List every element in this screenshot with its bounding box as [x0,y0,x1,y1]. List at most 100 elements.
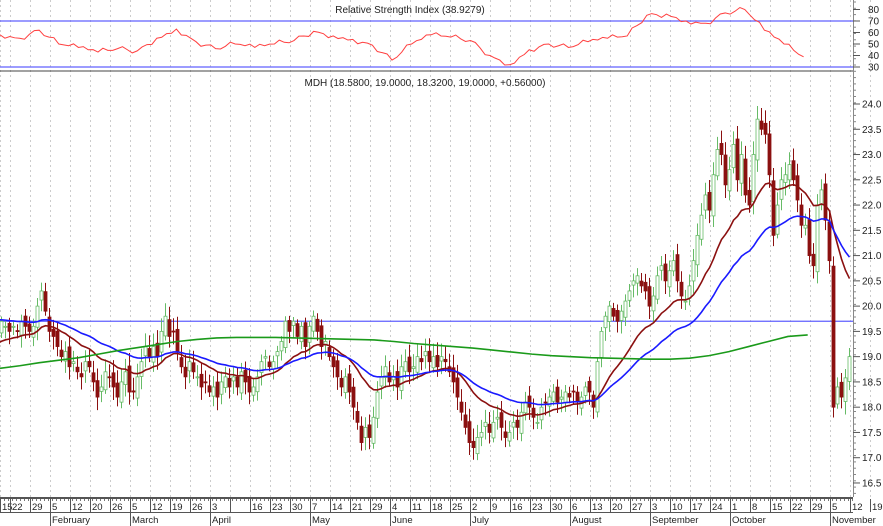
candle [55,321,60,357]
candle [595,357,600,418]
month-label: July [472,515,489,526]
candle [771,167,776,247]
candle-body [171,330,176,333]
candle-body [787,164,792,181]
candle-body [463,414,468,428]
candle-body [483,421,488,427]
candle [735,125,740,192]
candle-body [359,425,364,443]
week-label: 26 [112,502,123,513]
price-tick-label: 22.0 [862,201,882,212]
week-label: 20 [612,502,623,513]
candle-body [107,376,112,379]
week-label: 26 [192,502,203,513]
candle-body [75,366,80,373]
candle [119,369,124,409]
candle-body [635,275,640,284]
candle-body [479,432,484,438]
candle-body [91,372,96,383]
candle [291,317,296,339]
month-label: June [392,515,413,526]
candle [263,349,268,370]
candle [479,419,484,447]
rsi-tick-label: 40 [868,51,880,62]
rsi-tick-label: 50 [868,40,880,51]
candle-body [471,440,476,449]
candle [503,420,508,448]
candle-body [735,138,740,181]
candle-body [247,375,252,393]
candle-body [151,346,156,363]
candle-body [731,144,736,169]
candle-body [819,189,824,206]
candle [699,203,704,246]
candle-body [219,381,224,395]
candle-body [195,376,200,379]
price-tick-label: 21.5 [862,226,882,237]
week-label: 8 [752,502,757,513]
candle [419,345,424,371]
rsi-tick-label: 80 [868,5,880,16]
candle [367,414,372,450]
candle-body [563,391,568,404]
candle-body [275,351,280,357]
candle-body [419,358,424,363]
candle-body [303,322,308,347]
week-label: 5 [52,502,57,513]
candle [283,316,288,354]
candle-body [191,362,196,373]
candle [659,256,664,281]
week-label: 16 [252,502,263,513]
candle [363,417,368,451]
candle [231,367,236,394]
candle-body [307,325,312,343]
price-tick-label: 20.5 [862,276,882,287]
candle-body [835,386,840,405]
price-tick-label: 24.0 [862,100,882,111]
candle [215,371,220,411]
candle-body [407,356,412,373]
candle [839,373,844,409]
candle-body [823,183,828,221]
candle [775,192,780,239]
week-label: 21 [352,502,363,513]
candle-body [683,300,688,303]
candle-body [567,393,572,398]
candle-body [3,325,8,328]
candle [99,374,104,403]
week-label: 12 [152,502,163,513]
week-label: 2 [472,502,477,513]
candle [691,248,696,294]
candle-body [51,328,56,337]
candle-body [351,386,356,408]
candle [627,283,632,308]
candle [743,145,748,203]
candle-body [475,437,480,455]
candle-body [495,416,500,420]
candle [39,282,44,312]
candle [83,350,88,383]
candle-body [175,328,180,352]
candle [371,406,376,449]
candle-body [715,149,720,177]
candle-body [759,120,764,130]
price-tick-label: 20.0 [862,302,882,313]
candle [523,391,528,421]
month-label: August [572,515,602,526]
candle [235,367,240,396]
candle [475,424,480,461]
candle-body [531,407,536,418]
candle [679,271,684,309]
candle-body [727,169,732,192]
candle-body [435,355,440,368]
candle [823,173,828,231]
candle-body [315,318,320,332]
candle-body [707,192,712,211]
candle [615,304,620,333]
candle [451,354,456,394]
week-label: 29 [812,502,823,513]
candle [459,389,464,421]
candle [171,318,176,345]
candle [671,250,676,277]
candle [51,319,56,350]
